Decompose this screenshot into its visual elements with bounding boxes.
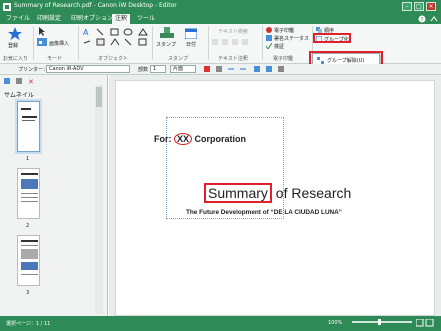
status-bar: 選択ページ：1 / 11 100%	[0, 316, 441, 331]
copies-input[interactable]: 1	[150, 65, 166, 73]
mode-group-label: モード	[47, 56, 63, 62]
svg-text:✕: ✕	[28, 78, 34, 85]
text-annot-group-label: テキスト注釈	[218, 56, 248, 62]
stamp-group-label: スタンプ	[168, 56, 188, 62]
copies-label: 部数	[138, 67, 149, 73]
menu-tools[interactable]: ツール	[134, 14, 158, 24]
page-info: 選択ページ：1 / 11	[6, 321, 51, 327]
object-group-label: オブジェクト	[98, 56, 129, 62]
copies-value: 1	[153, 66, 157, 72]
object-tools-icons[interactable]: A	[83, 28, 153, 52]
printer-label: プリンター：	[18, 67, 49, 73]
recipient-mark: XX	[174, 133, 193, 145]
page-thumbnail-1[interactable]	[15, 99, 42, 154]
page-thumbnail-3-label: 3	[26, 290, 30, 296]
menu-annotation[interactable]: 注釈	[112, 14, 131, 24]
stamp-icon[interactable]	[160, 27, 174, 39]
pane-tab-icons[interactable]: ✕	[4, 78, 54, 85]
recipient-prefix: For:	[154, 134, 172, 144]
page-thumbnail-2-label: 2	[26, 223, 30, 229]
esign-group-label: 電子印鑑	[273, 56, 294, 62]
chevron-up-icon[interactable]	[430, 15, 438, 23]
svg-text:?: ?	[420, 17, 423, 24]
date-button[interactable]: 日付	[186, 41, 196, 48]
zoom-slider-thumb[interactable]	[378, 319, 381, 325]
zoom-value: 100%	[328, 320, 343, 326]
zoom-slider[interactable]	[352, 321, 412, 323]
favorites-group-label: お気に入り	[3, 56, 29, 62]
page-thumbnail-3[interactable]	[17, 235, 40, 286]
maximize-button[interactable]: □	[414, 2, 424, 11]
pointer-icon[interactable]	[37, 26, 47, 36]
verify-icon	[266, 43, 272, 49]
text-annot-icons[interactable]	[212, 38, 252, 46]
menu-print-settings[interactable]: 印刷設定	[34, 14, 64, 24]
text-search-field[interactable]: テキスト検索	[218, 28, 248, 35]
page-thumbnail-2[interactable]	[17, 168, 40, 219]
print-toolbar: プリンター： Canon iR-ADV 部数 1 片面	[0, 64, 441, 75]
sign-status-button[interactable]: 署名ステータス	[274, 35, 309, 42]
sign-status-icon	[266, 35, 272, 41]
minimize-button[interactable]: –	[402, 2, 412, 11]
title-main: Summary	[204, 183, 272, 203]
star-icon[interactable]	[8, 27, 22, 41]
help-icon[interactable]: ?	[418, 15, 426, 23]
printer-select[interactable]: Canon iR-ADV	[46, 65, 130, 73]
menu-bar: ファイル 印刷設定 印刷オプション 注釈 ツール ?	[0, 14, 441, 24]
page-thumbnail-1-label: 1	[26, 156, 30, 162]
calendar-icon[interactable]	[185, 27, 197, 39]
image-insert-label[interactable]: 画像挿入	[49, 40, 69, 47]
duplex-select[interactable]: 片面	[170, 65, 196, 73]
recipient-line: For: XX Corporation	[154, 133, 246, 145]
document-title: Summary of Research	[204, 183, 352, 203]
fit-page-icon[interactable]	[416, 319, 434, 327]
menu-file[interactable]: ファイル	[3, 14, 33, 24]
register-button-label[interactable]: 登録	[8, 42, 18, 49]
app-icon	[3, 3, 11, 11]
thumbnail-scrollbar[interactable]	[95, 85, 103, 314]
image-insert-icon[interactable]	[37, 38, 47, 46]
e-seal-button[interactable]: 電子印鑑	[274, 27, 294, 34]
close-button[interactable]: ×	[426, 2, 436, 11]
menu-print-options[interactable]: 印刷オプション	[68, 14, 116, 24]
verify-button[interactable]: 検証	[274, 43, 284, 50]
stamp-button[interactable]: スタンプ	[156, 41, 176, 48]
e-seal-icon	[266, 27, 272, 33]
group-button-highlight	[313, 33, 351, 43]
svg-text:A: A	[83, 28, 89, 37]
window-title: Summary of Research.pdf - Canon iW Deskt…	[14, 2, 177, 9]
thumbnail-title: サムネイル	[4, 92, 34, 99]
printer-value: Canon iR-ADV	[49, 66, 84, 72]
document-subtitle: The Future Development of “DE LA CIUDAD …	[186, 209, 342, 216]
title-bar: Summary of Research.pdf - Canon iW Deskt…	[0, 0, 441, 14]
recipient-suffix: Corporation	[194, 134, 247, 144]
title-rest: of Research	[275, 185, 352, 201]
document-page: For: XX Corporation Summary of Research …	[115, 80, 435, 316]
duplex-value: 片面	[173, 66, 184, 72]
toolbar-icons[interactable]	[204, 66, 304, 73]
